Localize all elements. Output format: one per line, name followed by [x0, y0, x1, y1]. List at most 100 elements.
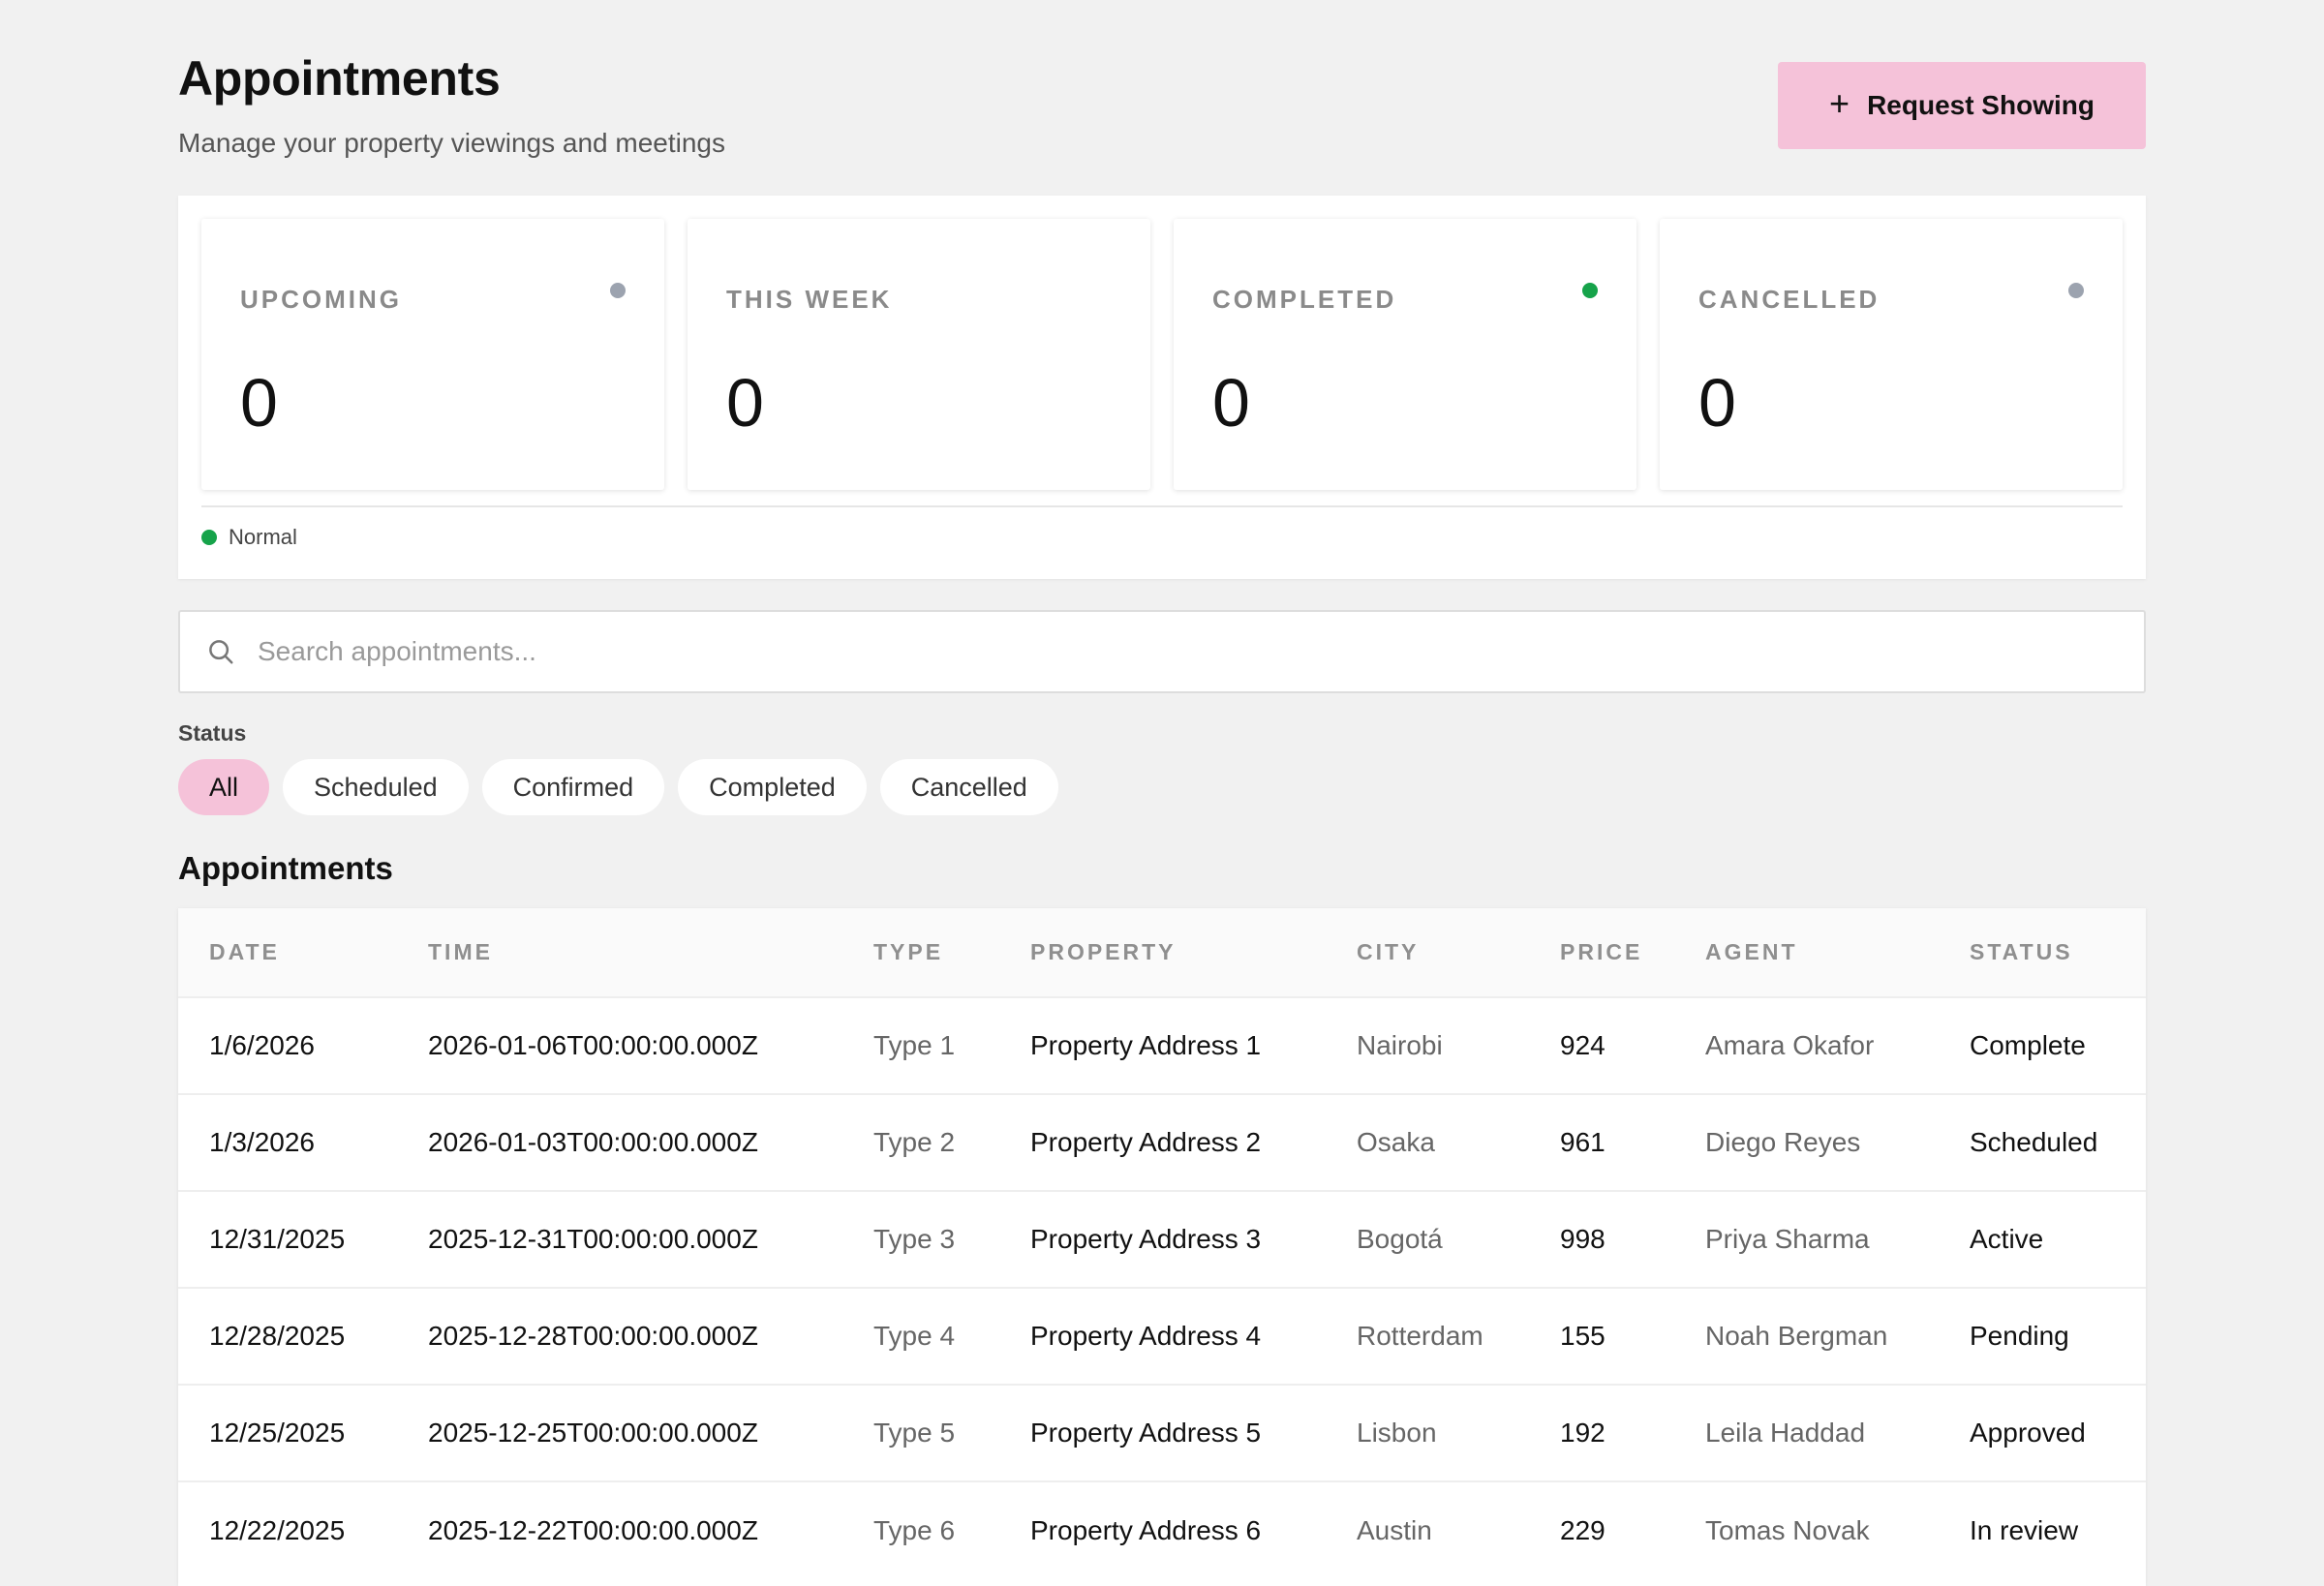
- cell-type: Type 5: [873, 1418, 956, 1448]
- column-header-status[interactable]: STATUS: [1939, 908, 2146, 997]
- cell-status: Scheduled: [1970, 1127, 2098, 1157]
- filter-chip-completed[interactable]: Completed: [678, 759, 867, 815]
- cell-city: Rotterdam: [1357, 1321, 1483, 1351]
- cell-status: Active: [1970, 1224, 2044, 1254]
- cell-agent: Priya Sharma: [1705, 1224, 1870, 1254]
- stat-card-upcoming: UPCOMING 0: [201, 219, 664, 490]
- cell-type: Type 3: [873, 1224, 956, 1254]
- stat-card-cancelled: CANCELLED 0: [1660, 219, 2123, 490]
- cell-property: Property Address 5: [1030, 1418, 1262, 1448]
- cell-city: Austin: [1357, 1514, 1432, 1545]
- cell-status: Complete: [1970, 1030, 2086, 1060]
- cell-type: Type 6: [873, 1514, 956, 1545]
- status-filter: All Scheduled Confirmed Completed Cancel…: [178, 759, 1058, 815]
- stat-card-completed: COMPLETED 0: [1174, 219, 1636, 490]
- stats-divider: [201, 505, 2123, 507]
- legend: Normal: [201, 525, 297, 550]
- stat-value: 0: [240, 365, 278, 441]
- table-row[interactable]: 12/31/2025 2025-12-31T00:00:00.000Z Type…: [178, 1191, 2146, 1288]
- cell-price: 229: [1560, 1514, 1605, 1545]
- column-header-property[interactable]: PROPERTY: [999, 908, 1326, 997]
- table-row[interactable]: 1/6/2026 2026-01-06T00:00:00.000Z Type 1…: [178, 997, 2146, 1094]
- cell-time: 2025-12-28T00:00:00.000Z: [428, 1321, 758, 1351]
- cell-price: 961: [1560, 1127, 1605, 1157]
- cell-status: In review: [1970, 1514, 2079, 1545]
- cell-property: Property Address 6: [1030, 1514, 1262, 1545]
- table-row[interactable]: 1/3/2026 2026-01-03T00:00:00.000Z Type 2…: [178, 1094, 2146, 1191]
- filter-chip-scheduled[interactable]: Scheduled: [283, 759, 469, 815]
- search-icon: [205, 636, 236, 667]
- table-row[interactable]: 12/22/2025 2025-12-22T00:00:00.000Z Type…: [178, 1481, 2146, 1578]
- cell-time: 2025-12-31T00:00:00.000Z: [428, 1224, 758, 1254]
- filter-chip-all[interactable]: All: [178, 759, 270, 815]
- cell-status: Pending: [1970, 1321, 2069, 1351]
- cell-city: Lisbon: [1357, 1418, 1437, 1448]
- cell-agent: Noah Bergman: [1705, 1321, 1888, 1351]
- search-input[interactable]: [258, 612, 2144, 691]
- table-header-row: DATE TIME TYPE PROPERTY CITY PRICE AGENT…: [178, 908, 2146, 997]
- stat-value: 0: [1698, 365, 1736, 441]
- cell-date: 12/25/2025: [209, 1418, 346, 1448]
- filter-chip-confirmed[interactable]: Confirmed: [481, 759, 665, 815]
- plus-icon: +: [1829, 83, 1850, 123]
- cell-agent: Tomas Novak: [1705, 1514, 1870, 1545]
- cell-status: Approved: [1970, 1418, 2086, 1448]
- cell-property: Property Address 4: [1030, 1321, 1262, 1351]
- stat-card-this-week: THIS WEEK 0: [688, 219, 1150, 490]
- cell-property: Property Address 2: [1030, 1127, 1262, 1157]
- cell-time: 2025-12-25T00:00:00.000Z: [428, 1418, 758, 1448]
- cell-type: Type 4: [873, 1321, 956, 1351]
- column-header-price[interactable]: PRICE: [1529, 908, 1674, 997]
- legend-dot: [201, 530, 217, 545]
- status-dot: [2068, 283, 2084, 298]
- cell-property: Property Address 3: [1030, 1224, 1262, 1254]
- cell-date: 1/3/2026: [209, 1127, 315, 1157]
- stat-value: 0: [1212, 365, 1250, 441]
- cell-city: Osaka: [1357, 1127, 1435, 1157]
- cell-type: Type 1: [873, 1030, 956, 1060]
- cell-agent: Leila Haddad: [1705, 1418, 1866, 1448]
- cell-agent: Diego Reyes: [1705, 1127, 1861, 1157]
- stat-label: UPCOMING: [240, 285, 402, 314]
- column-header-time[interactable]: TIME: [397, 908, 842, 997]
- column-header-date[interactable]: DATE: [178, 908, 397, 997]
- status-dot: [610, 283, 626, 298]
- column-header-type[interactable]: TYPE: [842, 908, 999, 997]
- cell-price: 998: [1560, 1224, 1605, 1254]
- status-filter-label: Status: [178, 720, 247, 746]
- stat-value: 0: [726, 365, 764, 441]
- cell-date: 12/31/2025: [209, 1224, 346, 1254]
- request-showing-button[interactable]: + Request Showing: [1778, 62, 2146, 149]
- column-header-agent[interactable]: AGENT: [1674, 908, 1939, 997]
- request-showing-label: Request Showing: [1867, 90, 2095, 120]
- stat-label: COMPLETED: [1212, 285, 1397, 314]
- cell-time: 2026-01-06T00:00:00.000Z: [428, 1030, 758, 1060]
- cell-type: Type 2: [873, 1127, 956, 1157]
- cell-price: 924: [1560, 1030, 1605, 1060]
- cell-date: 1/6/2026: [209, 1030, 315, 1060]
- cell-date: 12/28/2025: [209, 1321, 346, 1351]
- stats-panel: UPCOMING 0 THIS WEEK 0 COMPLETED 0 CANCE…: [178, 196, 2146, 579]
- cell-city: Bogotá: [1357, 1224, 1443, 1254]
- appointments-page: Appointments Manage your property viewin…: [178, 0, 2146, 1586]
- stat-label: THIS WEEK: [726, 285, 893, 314]
- cell-time: 2026-01-03T00:00:00.000Z: [428, 1127, 758, 1157]
- page-title: Appointments: [178, 51, 501, 106]
- search-box: [178, 610, 2146, 693]
- table-title: Appointments: [178, 850, 393, 886]
- page-header: Appointments Manage your property viewin…: [178, 0, 2146, 194]
- legend-label: Normal: [229, 525, 297, 549]
- column-header-city[interactable]: CITY: [1326, 908, 1529, 997]
- status-dot: [1582, 283, 1598, 298]
- cell-time: 2025-12-22T00:00:00.000Z: [428, 1514, 758, 1545]
- table-row[interactable]: 12/28/2025 2025-12-28T00:00:00.000Z Type…: [178, 1288, 2146, 1385]
- table-row[interactable]: 12/25/2025 2025-12-25T00:00:00.000Z Type…: [178, 1385, 2146, 1481]
- cell-price: 192: [1560, 1418, 1605, 1448]
- stat-label: CANCELLED: [1698, 285, 1881, 314]
- cell-date: 12/22/2025: [209, 1514, 346, 1545]
- page-subtitle: Manage your property viewings and meetin…: [178, 128, 725, 158]
- cell-city: Nairobi: [1357, 1030, 1443, 1060]
- cell-agent: Amara Okafor: [1705, 1030, 1875, 1060]
- cell-price: 155: [1560, 1321, 1605, 1351]
- filter-chip-cancelled[interactable]: Cancelled: [879, 759, 1058, 815]
